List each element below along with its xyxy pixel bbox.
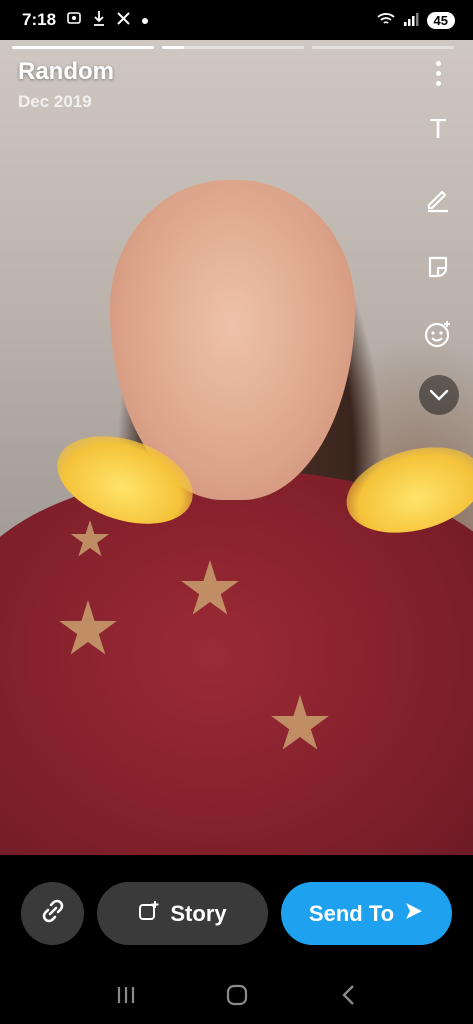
dot-icon bbox=[141, 12, 149, 29]
progress-segment bbox=[162, 46, 304, 49]
battery-indicator: 45 bbox=[426, 11, 455, 29]
home-icon[interactable] bbox=[217, 975, 257, 1015]
text-icon[interactable]: T bbox=[421, 112, 455, 146]
story-title: Random bbox=[18, 58, 114, 85]
add-story-icon bbox=[138, 900, 160, 928]
send-arrow-icon bbox=[404, 901, 424, 927]
back-icon[interactable] bbox=[328, 975, 368, 1015]
status-left: 7:18 bbox=[22, 10, 149, 30]
chevron-down-icon[interactable] bbox=[419, 375, 459, 415]
clock: 7:18 bbox=[22, 10, 57, 29]
story-header: Random Dec 2019 bbox=[18, 58, 114, 112]
signal-icon bbox=[403, 12, 419, 29]
story-photo[interactable] bbox=[0, 40, 473, 855]
system-nav-bar bbox=[0, 965, 473, 1024]
story-date: Dec 2019 bbox=[18, 92, 92, 111]
progress-segment bbox=[312, 46, 454, 49]
status-bar: 7:18 45 bbox=[0, 0, 473, 40]
download-icon bbox=[92, 10, 106, 30]
send-to-button[interactable]: Send To bbox=[281, 882, 452, 945]
status-right: 45 bbox=[376, 11, 455, 29]
story-button[interactable]: Story bbox=[97, 882, 268, 945]
link-button[interactable] bbox=[21, 882, 84, 945]
screenshot-icon bbox=[66, 10, 82, 30]
pencil-icon[interactable] bbox=[421, 182, 455, 216]
progress-segment bbox=[12, 46, 154, 49]
story-label: Story bbox=[170, 900, 227, 926]
send-label: Send To bbox=[308, 900, 395, 926]
sticker-icon[interactable] bbox=[421, 250, 455, 284]
more-icon[interactable] bbox=[421, 56, 455, 90]
recents-icon[interactable] bbox=[106, 975, 146, 1015]
progress-fill bbox=[162, 46, 184, 49]
emoji-icon[interactable] bbox=[421, 317, 455, 351]
story-progress bbox=[12, 46, 462, 50]
wifi-icon bbox=[376, 12, 395, 29]
x-icon bbox=[116, 11, 131, 30]
link-icon bbox=[38, 896, 68, 931]
